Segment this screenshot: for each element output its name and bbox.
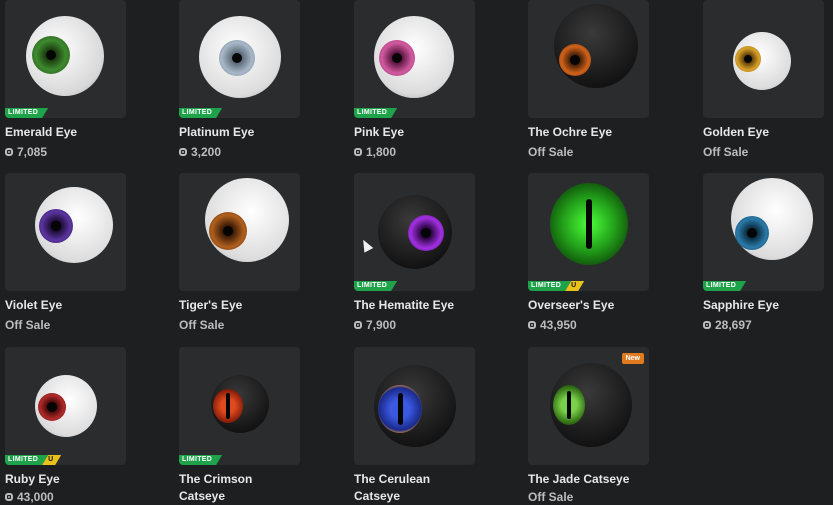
item-price: 1,800 <box>354 145 396 159</box>
item-name[interactable]: The Ochre Eye <box>528 124 653 141</box>
item-name[interactable]: Golden Eye <box>703 124 828 141</box>
item-name[interactable]: Emerald Eye <box>5 124 130 141</box>
item-thumbnail[interactable]: LIMITED U <box>5 347 126 465</box>
price-value: 3,200 <box>191 145 222 159</box>
robux-icon <box>5 493 13 501</box>
item-name-line: The Crimson <box>179 472 253 486</box>
eyeball-image <box>374 365 456 447</box>
limited-badge: LIMITED <box>179 108 222 118</box>
item-price: 7,900 <box>354 318 396 332</box>
limited-badge: LIMITED <box>5 455 48 465</box>
price-value: 43,950 <box>540 318 577 332</box>
robux-icon <box>703 321 711 329</box>
item-thumbnail[interactable]: LIMITED <box>179 0 300 118</box>
price-value: 43,000 <box>17 490 54 504</box>
item-name-line: The Cerulean <box>354 472 431 486</box>
limited-badge: LIMITED <box>5 108 48 118</box>
badge-row: LIMITED <box>179 108 222 118</box>
item-status: Off Sale <box>528 490 573 504</box>
eyeball-image <box>374 16 454 98</box>
limited-badge: LIMITED <box>354 108 397 118</box>
new-badge: New <box>621 353 644 364</box>
badge-row: LIMITED <box>354 108 397 118</box>
item-thumbnail[interactable] <box>703 0 824 118</box>
eyeball-image <box>35 187 113 263</box>
price-value: 7,085 <box>17 145 48 159</box>
limited-badge: LIMITED <box>703 281 746 291</box>
status-value: Off Sale <box>528 145 574 159</box>
badge-row: LIMITED <box>354 281 397 291</box>
eyeball-image <box>733 32 791 90</box>
eyeball-image <box>550 183 628 265</box>
item-name[interactable]: The Jade Catseye <box>528 471 653 488</box>
status-value: Off Sale <box>5 318 51 332</box>
item-price: 28,697 <box>703 318 752 332</box>
item-name-line: Catseye <box>179 489 226 503</box>
item-name[interactable]: The Cerulean Catseye <box>354 471 479 505</box>
item-thumbnail[interactable]: LIMITED <box>179 347 300 465</box>
item-thumbnail[interactable] <box>179 173 300 291</box>
eyeball-image <box>211 375 269 433</box>
item-name[interactable]: Violet Eye <box>5 297 130 314</box>
item-thumbnail[interactable]: New <box>528 347 649 465</box>
limited-badge: LIMITED <box>179 455 222 465</box>
item-name[interactable]: Ruby Eye <box>5 471 130 488</box>
item-status: Off Sale <box>5 318 50 332</box>
eyeball-image <box>199 16 281 98</box>
robux-icon <box>179 148 187 156</box>
item-name[interactable]: Overseer's Eye <box>528 297 653 314</box>
item-thumbnail[interactable]: LIMITED <box>703 173 824 291</box>
item-status: Off Sale <box>528 145 573 159</box>
eyeball-image <box>35 375 97 437</box>
robux-icon <box>354 321 362 329</box>
item-price: 43,950 <box>528 318 577 332</box>
limited-badge: LIMITED <box>354 281 397 291</box>
price-value: 28,697 <box>715 318 752 332</box>
robux-icon <box>354 148 362 156</box>
status-value: Off Sale <box>528 490 574 504</box>
item-price: 3,200 <box>179 145 221 159</box>
eyeball-image <box>26 16 104 96</box>
item-thumbnail[interactable] <box>5 173 126 291</box>
badge-row: LIMITED <box>703 281 746 291</box>
eyeball-image <box>550 363 632 447</box>
eyeball-image <box>378 195 452 269</box>
item-status: Off Sale <box>703 145 748 159</box>
item-thumbnail[interactable]: LIMITED <box>5 0 126 118</box>
limited-badge: LIMITED <box>528 281 571 291</box>
item-thumbnail[interactable]: LIMITED U <box>528 173 649 291</box>
price-value: 1,800 <box>366 145 397 159</box>
eyeball-image <box>554 4 638 88</box>
item-price: 7,085 <box>5 145 47 159</box>
robux-icon <box>5 148 13 156</box>
robux-icon <box>528 321 536 329</box>
item-name[interactable]: The Hematite Eye <box>354 297 479 314</box>
item-name[interactable]: Platinum Eye <box>179 124 304 141</box>
item-name[interactable]: The Crimson Catseye <box>179 471 304 505</box>
item-thumbnail[interactable]: LIMITED <box>354 0 475 118</box>
badge-row: LIMITED <box>179 455 222 465</box>
item-status: Off Sale <box>179 318 224 332</box>
item-name[interactable]: Tiger's Eye <box>179 297 304 314</box>
item-name-line: Catseye <box>354 489 401 503</box>
eyeball-image <box>731 178 813 260</box>
item-thumbnail[interactable] <box>354 347 475 465</box>
badge-row: LIMITED U <box>5 455 61 465</box>
item-price: 43,000 <box>5 490 54 504</box>
status-value: Off Sale <box>703 145 749 159</box>
price-value: 7,900 <box>366 318 397 332</box>
eyeball-image <box>205 178 289 262</box>
badge-row: LIMITED <box>5 108 48 118</box>
item-name[interactable]: Sapphire Eye <box>703 297 828 314</box>
item-thumbnail[interactable]: LIMITED <box>354 173 475 291</box>
status-value: Off Sale <box>179 318 225 332</box>
item-thumbnail[interactable] <box>528 0 649 118</box>
item-name[interactable]: Pink Eye <box>354 124 479 141</box>
badge-row: LIMITED U <box>528 281 584 291</box>
